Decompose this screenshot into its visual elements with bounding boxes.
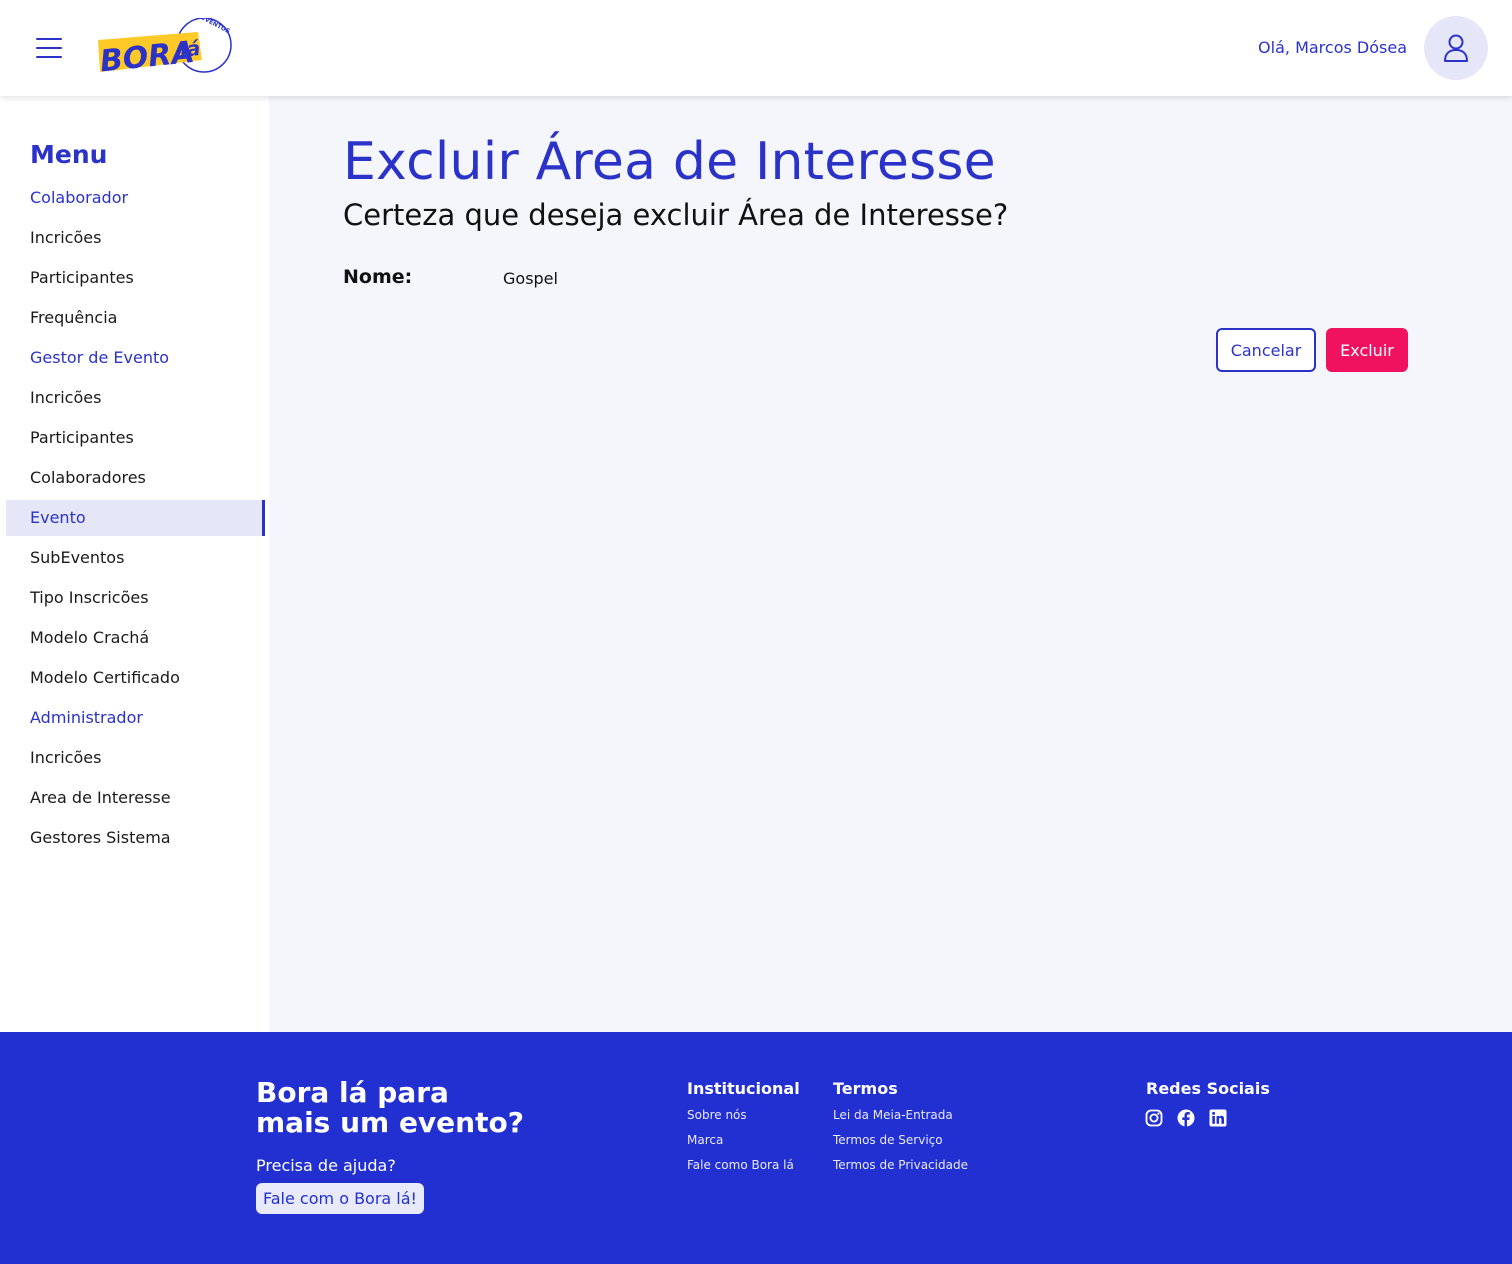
footer: Bora lá para mais um evento? Precisa de …: [0, 1032, 1512, 1264]
sidebar-item-incricoes[interactable]: Incricões: [0, 218, 269, 258]
sidebar-item-label: Frequência: [30, 308, 118, 327]
footer-link-termos-servico[interactable]: Termos de Serviço: [833, 1133, 943, 1147]
sidebar: Menu Colaborador Incricões Participantes Fr…: [0, 96, 269, 1032]
footer-link-termos-privacidade[interactable]: Termos de Privacidade: [833, 1158, 968, 1172]
logo-graphic: BORA lá EVENTOS: [98, 14, 232, 80]
sidebar-item-participantes[interactable]: Participantes: [0, 258, 269, 298]
delete-button[interactable]: Excluir: [1326, 328, 1408, 372]
page-title: Excluir Área de Interesse: [343, 132, 996, 192]
sidebar-item-label: Modelo Crachá: [30, 628, 150, 647]
sidebar-menu: Colaborador Incricões Participantes Frequên…: [0, 178, 269, 858]
footer-termos-title: Termos: [833, 1079, 898, 1098]
sidebar-item-label: Colaboradores: [30, 468, 146, 487]
sidebar-item-label: Incricões: [30, 388, 102, 407]
sidebar-item-incricoes[interactable]: Incricões: [0, 738, 269, 778]
sidebar-title: Menu: [30, 140, 108, 169]
sidebar-item-incricoes[interactable]: Incricões: [0, 378, 269, 418]
sidebar-item-label: Gestores Sistema: [30, 828, 171, 847]
sidebar-item-label: Tipo Inscricões: [30, 588, 149, 607]
sidebar-item-tipo-inscricoes[interactable]: Tipo Inscricões: [0, 578, 269, 618]
sidebar-item-label: Administrador: [30, 708, 143, 727]
sidebar-item-label: Colaborador: [30, 188, 129, 207]
user-greeting: Olá, Marcos Dósea: [1258, 38, 1407, 57]
footer-link-sobre-nos[interactable]: Sobre nós: [687, 1108, 747, 1122]
footer-link-marca[interactable]: Marca: [687, 1133, 723, 1147]
sidebar-item-label: Participantes: [30, 428, 134, 447]
sidebar-section-gestor-de-evento: Gestor de Evento: [0, 338, 269, 378]
footer-tagline-line1: Bora lá para: [256, 1076, 449, 1109]
boralá-logo[interactable]: BORA lá EVENTOS: [94, 14, 236, 80]
user-avatar-button[interactable]: [1424, 16, 1488, 80]
sidebar-item-gestores-sistema[interactable]: Gestores Sistema: [0, 818, 269, 858]
user-icon: [1444, 34, 1468, 62]
sidebar-item-label: Incricões: [30, 228, 102, 247]
sidebar-item-modelo-certificado[interactable]: Modelo Certificado: [0, 658, 269, 698]
footer-help-text: Precisa de ajuda?: [256, 1156, 396, 1175]
name-value: Gospel: [503, 269, 558, 288]
sidebar-item-modelo-cracha[interactable]: Modelo Crachá: [0, 618, 269, 658]
sidebar-item-label: Area de Interesse: [30, 788, 171, 807]
footer-link-meia-entrada[interactable]: Lei da Meia-Entrada: [833, 1108, 953, 1122]
sidebar-item-label: Gestor de Evento: [30, 348, 170, 367]
sidebar-section-administrador: Administrador: [0, 698, 269, 738]
sidebar-item-label: Evento: [30, 508, 86, 527]
confirmation-question: Certeza que deseja excluir Área de Inter…: [343, 198, 1009, 232]
sidebar-item-label: Participantes: [30, 268, 134, 287]
main-content: Excluir Área de Interesse Certeza que de…: [269, 96, 1512, 1032]
sidebar-section-colaborador: Colaborador: [0, 178, 269, 218]
name-label: Nome:: [343, 266, 413, 288]
sidebar-item-evento[interactable]: Evento: [0, 498, 269, 538]
hamburger-menu-icon[interactable]: [36, 38, 62, 58]
footer-social-title: Redes Sociais: [1146, 1079, 1270, 1098]
top-header: BORA lá EVENTOS Olá, Marcos Dósea: [0, 0, 1512, 96]
footer-tagline: Bora lá para mais um evento?: [256, 1078, 524, 1138]
sidebar-item-label: Modelo Certificado: [30, 668, 180, 687]
sidebar-item-label: Incricões: [30, 748, 102, 767]
sidebar-item-frequencia[interactable]: Frequência: [0, 298, 269, 338]
instagram-icon[interactable]: [1145, 1109, 1163, 1127]
contact-bora-la-button[interactable]: Fale com o Bora lá!: [256, 1183, 424, 1214]
cancel-button[interactable]: Cancelar: [1216, 328, 1316, 372]
footer-institucional-title: Institucional: [687, 1079, 800, 1098]
facebook-icon[interactable]: [1177, 1109, 1195, 1127]
footer-link-fale-como[interactable]: Fale como Bora lá: [687, 1158, 794, 1172]
footer-tagline-line2: mais um evento?: [256, 1106, 524, 1139]
svg-text:EVENTOS: EVENTOS: [200, 18, 231, 35]
sidebar-item-subeventos[interactable]: SubEventos: [0, 538, 269, 578]
sidebar-item-participantes[interactable]: Participantes: [0, 418, 269, 458]
linkedin-icon[interactable]: [1209, 1109, 1227, 1127]
svg-text:lá: lá: [179, 36, 202, 62]
sidebar-item-label: SubEventos: [30, 548, 125, 567]
sidebar-item-colaboradores[interactable]: Colaboradores: [0, 458, 269, 498]
sidebar-item-area-de-interesse[interactable]: Area de Interesse: [0, 778, 269, 818]
